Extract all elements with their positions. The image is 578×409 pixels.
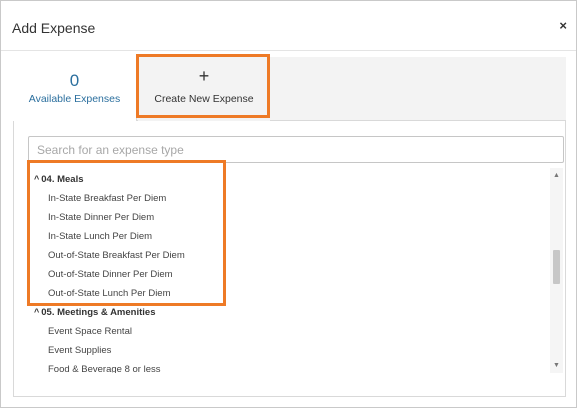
list-item[interactable]: In-State Lunch Per Diem xyxy=(48,231,152,242)
plus-icon: + xyxy=(198,66,210,86)
list-item[interactable]: Food & Beverage 8 or less xyxy=(48,364,160,373)
tab-available-expenses[interactable]: 0 Available Expenses xyxy=(13,57,137,121)
tab-available-label: Available Expenses xyxy=(28,93,121,105)
search-input[interactable] xyxy=(28,136,564,163)
list-item[interactable]: Out-of-State Lunch Per Diem xyxy=(48,288,171,299)
available-count: 0 xyxy=(69,71,80,90)
group-header-meetings[interactable]: ^ 05. Meetings & Amenities xyxy=(34,307,155,318)
scroll-up-icon[interactable]: ▲ xyxy=(550,172,563,179)
list-item[interactable]: In-State Dinner Per Diem xyxy=(48,212,154,223)
group-label: 05. Meetings & Amenities xyxy=(41,307,156,318)
list-item[interactable]: Out-of-State Dinner Per Diem xyxy=(48,269,173,280)
list-item[interactable]: In-State Breakfast Per Diem xyxy=(48,193,166,204)
expense-type-list: ^ 04. Meals In-State Breakfast Per Diem I… xyxy=(28,168,550,373)
group-header-meals[interactable]: ^ 04. Meals xyxy=(34,174,84,185)
group-label: 04. Meals xyxy=(41,174,84,185)
list-scrollbar[interactable]: ▲ ▼ xyxy=(550,168,563,373)
header-divider xyxy=(1,50,576,51)
caret-up-icon: ^ xyxy=(34,307,40,317)
dialog-title: Add Expense xyxy=(12,20,96,36)
close-icon[interactable]: × xyxy=(559,18,567,33)
list-item[interactable]: Out-of-State Breakfast Per Diem xyxy=(48,250,185,261)
expense-tabs: 0 Available Expenses + Create New Expens… xyxy=(13,57,566,121)
caret-up-icon: ^ xyxy=(34,174,40,184)
list-item[interactable]: Event Space Rental xyxy=(48,326,132,337)
list-item[interactable]: Event Supplies xyxy=(48,345,111,356)
tab-create-label: Create New Expense xyxy=(154,93,254,105)
scroll-down-icon[interactable]: ▼ xyxy=(550,362,563,369)
tab-create-new-expense[interactable]: + Create New Expense xyxy=(138,57,270,121)
scrollbar-thumb[interactable] xyxy=(553,250,560,284)
